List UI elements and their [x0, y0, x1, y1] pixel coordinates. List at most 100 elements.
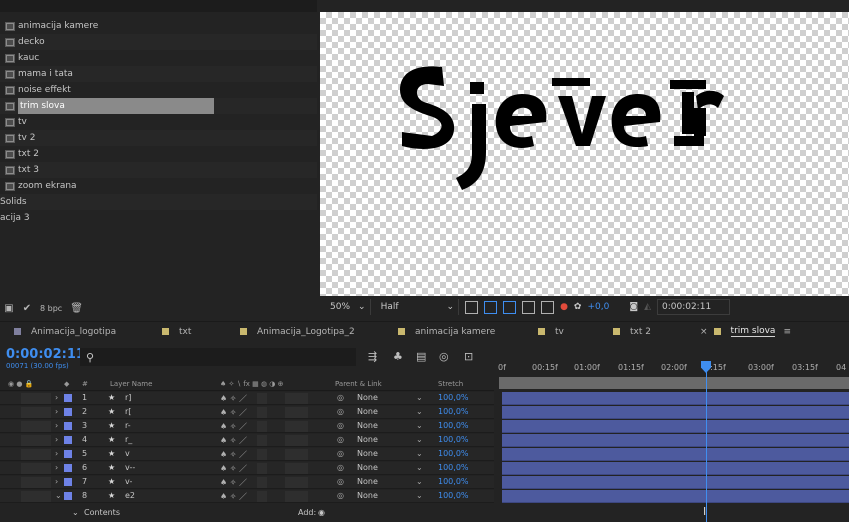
parent-dropdown[interactable]: None [357, 421, 378, 430]
stretch-value[interactable]: 100,0% [438, 463, 469, 472]
layer-row[interactable]: › 1 ★ r] ♠ ✧ ／ ◎ None ⌄ 100,0% [0, 392, 494, 405]
zoom-dropdown[interactable]: 50% ⌄ [326, 299, 371, 315]
chevron-right-icon[interactable]: › [55, 435, 58, 444]
shy-layers-icon[interactable]: ♣ [393, 350, 403, 363]
chevron-right-icon[interactable]: › [55, 463, 58, 472]
timeline-timecode[interactable]: 0:00:02:11 [6, 347, 85, 362]
layer-name[interactable]: r- [125, 421, 131, 430]
layer-row[interactable]: › 5 ★ v ♠ ✧ ／ ◎ None ⌄ 100,0% [0, 448, 494, 461]
parent-dropdown[interactable]: None [357, 407, 378, 416]
project-item[interactable]: mama i tata [0, 66, 317, 82]
timeline-graph-area[interactable]: 0f 00:15f 01:00f 01:15f 02:00f 2:15f 03:00f 03:… [494, 341, 849, 522]
tab-animacija-kamere[interactable]: animacija kamere [398, 322, 495, 342]
comp-mini-flowchart-icon[interactable]: ⇶ [368, 350, 377, 363]
layer-duration-bar[interactable] [502, 490, 849, 503]
stretch-value[interactable]: 100,0% [438, 407, 469, 416]
project-item[interactable]: Solids [0, 194, 317, 210]
show-snapshot-icon[interactable]: ◭ [644, 302, 651, 312]
chevron-down-icon[interactable]: ⌄ [416, 463, 423, 472]
bit-depth-label[interactable]: 8 bpc [40, 304, 62, 313]
tab-menu-icon[interactable]: ≡ [783, 327, 791, 337]
layer-switches-box[interactable] [21, 421, 51, 432]
chevron-down-icon[interactable]: ⌄ [416, 491, 423, 500]
chevron-right-icon[interactable]: ⌄ [55, 491, 62, 500]
project-item[interactable]: animacija kamere [0, 18, 317, 34]
pick-whip-icon[interactable]: ◎ [337, 449, 344, 458]
project-item[interactable]: kauc [0, 50, 317, 66]
project-item[interactable]: trim slova [0, 98, 317, 114]
project-item[interactable]: acija 3 [0, 210, 317, 226]
transparency-grid-icon[interactable] [484, 300, 498, 314]
exposure-reset-icon[interactable]: ✿ [574, 302, 582, 312]
resolution-dropdown[interactable]: Half ⌄ [377, 299, 460, 315]
color-channels-icon[interactable]: ● [560, 302, 568, 312]
pick-whip-icon[interactable]: ◎ [337, 463, 344, 472]
layer-switches-box[interactable] [21, 463, 51, 474]
layer-row[interactable]: › 7 ★ v- ♠ ✧ ／ ◎ None ⌄ 100,0% [0, 476, 494, 489]
chevron-right-icon[interactable]: › [55, 477, 58, 486]
tab-animacija-logotipa[interactable]: Animacija_logotipa [14, 322, 116, 342]
guides-icon[interactable] [522, 300, 536, 314]
work-area-bar[interactable] [499, 377, 849, 389]
stretch-value[interactable]: 100,0% [438, 491, 469, 500]
layer-row[interactable]: › 3 ★ r- ♠ ✧ ／ ◎ None ⌄ 100,0% [0, 420, 494, 433]
chevron-down-icon[interactable]: ⌄ [72, 508, 79, 517]
chevron-right-icon[interactable]: › [55, 407, 58, 416]
chevron-down-icon[interactable]: ⌄ [416, 435, 423, 444]
layer-duration-bar[interactable] [502, 392, 849, 405]
tab-animacija-logotipa-2[interactable]: Animacija_Logotipa_2 [240, 322, 355, 342]
project-item[interactable]: tv 2 [0, 130, 317, 146]
layer-switches-box[interactable] [21, 393, 51, 404]
project-item[interactable]: decko [0, 34, 317, 50]
layer-row[interactable]: › 2 ★ r[♠ ✧ ／ ◎ None ⌄ 100,0% [0, 406, 494, 419]
chevron-down-icon[interactable]: ⌄ [416, 393, 423, 402]
chevron-down-icon[interactable]: ⌄ [416, 477, 423, 486]
layer-duration-bar[interactable] [502, 406, 849, 419]
pick-whip-icon[interactable]: ◎ [337, 421, 344, 430]
mask-visibility-icon[interactable] [503, 300, 517, 314]
flowchart-icon[interactable]: ✔ [22, 303, 32, 314]
layer-row[interactable]: › 6 ★ v-- ♠ ✧ ／ ◎ None ⌄ 100,0% [0, 462, 494, 475]
layer-row[interactable]: ⌄ 8 ★ e2 ♠ ✧ ／ ◎ None ⌄ 100,0% [0, 490, 494, 503]
layer-search-input[interactable] [80, 348, 356, 366]
layer-switches-box[interactable] [21, 491, 51, 502]
layer-name[interactable]: e2 [125, 491, 135, 500]
column-layer-name[interactable]: Layer Name [110, 380, 152, 388]
layer-name[interactable]: r] [125, 393, 131, 402]
parent-dropdown[interactable]: None [357, 463, 378, 472]
chevron-right-icon[interactable]: › [55, 449, 58, 458]
layer-duration-bar[interactable] [502, 476, 849, 489]
project-item[interactable]: tv [0, 114, 317, 130]
add-circle-icon[interactable]: ◉ [318, 508, 325, 517]
chevron-right-icon[interactable]: › [55, 421, 58, 430]
stretch-value[interactable]: 100,0% [438, 477, 469, 486]
layer-duration-bar[interactable] [502, 434, 849, 447]
visibility-icon[interactable]: ◉ ● 🔒 [8, 380, 33, 388]
stretch-value[interactable]: 100,0% [438, 435, 469, 444]
layer-duration-bar[interactable] [502, 448, 849, 461]
stretch-value[interactable]: 100,0% [438, 421, 469, 430]
layer-switches-box[interactable] [21, 477, 51, 488]
chevron-right-icon[interactable]: › [55, 393, 58, 402]
graph-editor-icon[interactable]: ⊡ [464, 350, 473, 363]
stretch-value[interactable]: 100,0% [438, 393, 469, 402]
frame-blending-icon[interactable]: ▤ [416, 350, 426, 363]
chevron-down-icon[interactable]: ⌄ [416, 421, 423, 430]
motion-blur-icon[interactable]: ◎ [439, 350, 449, 363]
pick-whip-icon[interactable]: ◎ [337, 491, 344, 500]
current-time-display[interactable]: 0:00:02:11 [656, 299, 731, 315]
close-tab-icon[interactable]: × [700, 327, 708, 337]
layer-switches-box[interactable] [21, 407, 51, 418]
pick-whip-icon[interactable]: ◎ [337, 477, 344, 486]
layer-row[interactable]: › 4 ★ r_ ♠ ✧ ／ ◎ None ⌄ 100,0% [0, 434, 494, 447]
chevron-down-icon[interactable]: ⌄ [416, 449, 423, 458]
project-item[interactable]: noise effekt [0, 82, 317, 98]
grid-icon[interactable] [541, 300, 555, 314]
trash-icon[interactable]: 🗑 [70, 303, 83, 314]
snapshot-icon[interactable]: ◙ [629, 302, 638, 312]
pick-whip-icon[interactable]: ◎ [337, 407, 344, 416]
parent-dropdown[interactable]: None [357, 477, 378, 486]
project-item[interactable]: zoom ekrana [0, 178, 317, 194]
layer-name[interactable]: v- [125, 477, 132, 486]
chevron-down-icon[interactable]: ⌄ [416, 407, 423, 416]
